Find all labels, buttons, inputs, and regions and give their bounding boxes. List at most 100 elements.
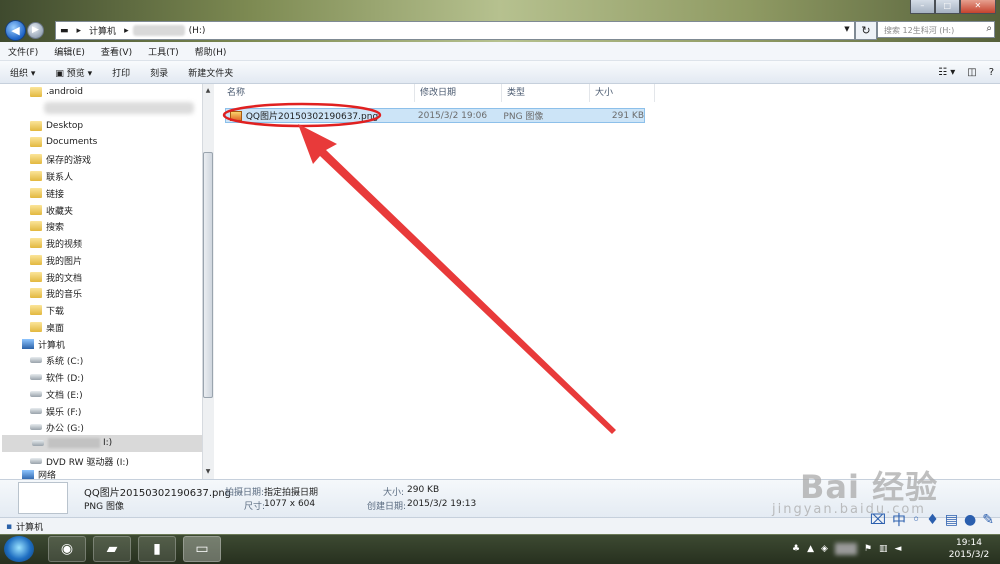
search-icon[interactable]: ⌕ [986,23,992,34]
tray-shield-icon[interactable]: ◈ [821,544,828,554]
column-type[interactable]: 类型 [502,84,590,102]
tray-expand-icon[interactable]: ▲ [807,544,814,554]
clock[interactable]: 19:14 2015/3/2 [940,537,998,563]
preview-pane-icon[interactable]: ◫ [961,67,982,78]
wrench-icon[interactable]: ✎ [982,512,994,528]
breadcrumb-drive[interactable]: (H:) [185,26,210,36]
address-bar[interactable]: ▬ ▸ 计算机 ▸ (H:) [55,21,855,40]
nav-item-my-documents[interactable]: 我的文档 [30,269,82,285]
nav-item-favorites[interactable]: 收藏夹 [30,202,73,218]
details-created-label: 创建日期: [367,502,407,512]
menu-help[interactable]: 帮助(H) [187,45,235,58]
breadcrumb-separator: ▸ [76,25,82,36]
nav-item-searches[interactable]: 搜索 [30,218,64,234]
nav-item-selected-drive[interactable]: I:) [2,435,202,452]
nav-item-documents[interactable]: Documents [30,134,97,150]
close-button[interactable]: ✕ [959,0,996,14]
menu-edit[interactable]: 编辑(E) [46,45,93,58]
taskbar-ie-icon[interactable]: ◉ [48,536,86,562]
network-icon [22,470,34,479]
file-name: QQ图片20150302190637.png [245,112,379,122]
view-options-icon[interactable]: ☷ ▾ [932,67,961,78]
menu-tools[interactable]: 工具(T) [140,45,187,58]
translate-icon[interactable]: ⌧ [870,512,886,528]
print-button[interactable]: 打印 [102,66,140,79]
nav-item-drive-d[interactable]: 软件 (D:) [30,369,84,385]
forward-button[interactable]: ▶ [27,22,44,39]
nav-item-drive-e[interactable]: 文档 (E:) [30,386,83,402]
nav-item-downloads[interactable]: 下载 [30,302,64,318]
file-list [214,84,1000,479]
tray-volume-icon[interactable]: ◄ [895,544,902,554]
status-text: 计算机 [16,523,44,533]
column-size[interactable]: 大小 [590,84,655,102]
drive-icon [30,424,42,430]
nav-item-dvd[interactable]: DVD RW 驱动器 (I:) [30,453,129,469]
folder-icon [30,121,42,131]
cn-input-icon[interactable]: 中 [892,510,906,530]
new-folder-button[interactable]: 新建文件夹 [178,66,243,79]
nav-item-pictures[interactable]: 我的图片 [30,252,82,268]
scroll-down-icon[interactable]: ▼ [203,467,213,477]
nav-item-android[interactable]: .android [30,84,83,100]
nav-item-drive-g[interactable]: 办公 (G:) [30,419,84,435]
drive-icon [32,440,44,446]
details-shot-date-value[interactable]: 指定拍摄日期 [264,485,318,498]
column-modified[interactable]: 修改日期 [415,84,502,102]
taskbar-app-icon[interactable]: ▮ [138,536,176,562]
image-file-icon [230,110,242,121]
keyboard-icon[interactable]: ▤ [945,512,958,528]
menu-bar: 文件(F) 编辑(E) 查看(V) 工具(T) 帮助(H) [0,42,1000,61]
start-button-icon[interactable] [4,536,34,562]
nav-item-drive-c[interactable]: 系统 (C:) [30,352,83,368]
nav-item-music[interactable]: 我的音乐 [30,285,82,301]
tray-network-icon[interactable]: ▥ [879,544,888,554]
details-dimensions-label: 尺寸: [244,502,266,512]
selected-drive-row: I:) [32,435,112,451]
computer-icon [22,339,34,349]
nav-item-contacts[interactable]: 联系人 [30,168,73,184]
breadcrumb-computer[interactable]: 计算机 [85,24,120,37]
details-dimensions-value: 1077 x 604 [264,499,316,509]
back-button[interactable]: ◀ [5,20,26,41]
file-row[interactable]: QQ图片20150302190637.png 2015/3/2 19:06 PN… [225,108,645,123]
nav-item-links[interactable]: 链接 [30,185,64,201]
details-size-label: 大小: [383,488,405,498]
taskbar-folder-icon[interactable]: ▰ [93,536,131,562]
tray-app-icon[interactable]: ♣ [792,544,800,554]
punctuation-icon[interactable]: ◦ [912,512,920,528]
microphone-icon[interactable]: ♦ [926,512,939,528]
burn-button[interactable]: 刻录 [140,66,178,79]
column-headers: 名称 修改日期 类型 大小 [222,84,1000,102]
view-controls: ☷ ▾ ◫ ? [932,61,1000,83]
refresh-button[interactable]: ↻ [855,21,877,40]
menu-view[interactable]: 查看(V) [93,45,140,58]
folder-icon [30,154,42,164]
help-icon[interactable]: ? [983,67,1000,78]
menu-file[interactable]: 文件(F) [0,45,46,58]
nav-item-network[interactable]: 网络 [22,470,56,479]
dvd-drive-icon [30,458,42,464]
column-name[interactable]: 名称 [222,84,415,102]
clock-time: 19:14 [956,538,982,548]
scrollbar-thumb[interactable] [203,152,213,398]
nav-item-desktop[interactable]: Desktop [30,118,83,134]
taskbar-explorer-icon[interactable]: ▭ [183,536,221,562]
minimize-button[interactable]: – [910,0,935,14]
search-input[interactable]: 搜索 12生科河 (H:) [877,21,995,38]
nav-item-videos[interactable]: 我的视频 [30,235,82,251]
nav-item-saved-games[interactable]: 保存的游戏 [30,151,91,167]
maximize-button[interactable]: □ [934,0,960,14]
organize-button[interactable]: 组织 ▾ [0,66,45,79]
folder-icon [30,288,42,298]
scroll-up-icon[interactable]: ▲ [203,86,213,96]
preview-button[interactable]: ▣ 预览 ▾ [45,66,102,79]
tray-flag-icon[interactable]: ⚑ [864,544,872,554]
nav-item-computer[interactable]: 计算机 [22,336,65,352]
user-icon[interactable]: ● [964,512,976,528]
nav-item-drive-f[interactable]: 娱乐 (F:) [30,403,81,419]
folder-icon [30,137,42,147]
folder-icon [30,238,42,248]
address-dropdown-icon[interactable]: ▼ [840,21,854,38]
nav-item-desktop-cn[interactable]: 桌面 [30,319,64,335]
